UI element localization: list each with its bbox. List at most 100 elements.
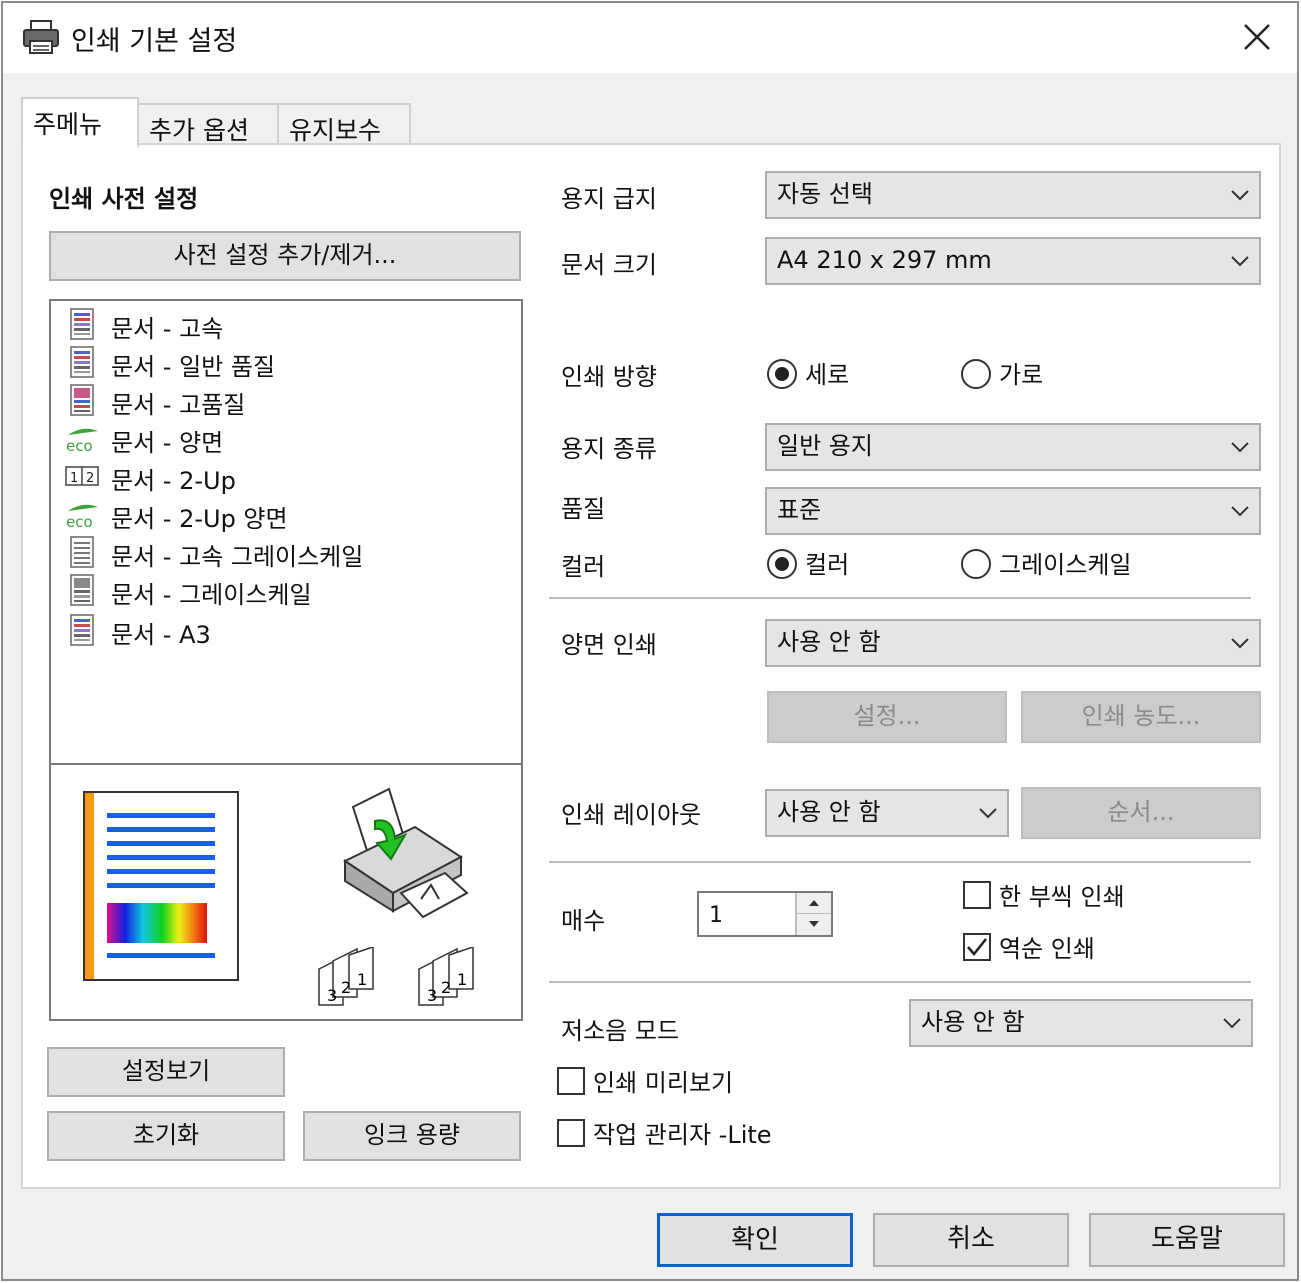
page-number-label: 1: [357, 970, 367, 989]
document-size-label: 문서 크기: [561, 251, 657, 279]
chevron-down-icon: [1231, 506, 1249, 517]
presets-list[interactable]: 문서 - 고속 문서 - 일반 품질 문서 - 고품질 eco 문서 - 양면 …: [49, 299, 523, 765]
preset-label: 문서 - 고품질: [111, 391, 246, 419]
duplex-settings-button[interactable]: 설정...: [767, 691, 1007, 743]
preset-label: 문서 - A3: [111, 621, 211, 649]
orientation-portrait-label: 세로: [805, 361, 850, 389]
page-order-button[interactable]: 순서...: [1021, 787, 1261, 839]
caret-down-icon: [809, 921, 819, 927]
orientation-portrait-radio[interactable]: [767, 359, 797, 389]
cancel-button[interactable]: 취소: [873, 1213, 1069, 1267]
tab-maintenance[interactable]: 유지보수: [277, 103, 411, 145]
layout-label: 인쇄 레이아웃: [561, 801, 702, 829]
page-number-label: 3: [327, 986, 337, 1005]
color-mode-grayscale-radio[interactable]: [961, 549, 991, 579]
document-color-icon: [70, 346, 94, 378]
page-number-label: 3: [427, 986, 437, 1005]
svg-text:eco: eco: [66, 513, 93, 531]
page-preview-icon: [83, 791, 239, 981]
color-label: 컬러: [561, 553, 606, 581]
copies-stepper[interactable]: 1: [697, 891, 833, 937]
show-settings-button[interactable]: 설정보기: [47, 1047, 285, 1097]
copies-label: 매수: [561, 907, 606, 935]
title-bar: 인쇄 기본 설정: [3, 3, 1297, 73]
document-color-icon: [70, 614, 94, 646]
svg-text:2: 2: [86, 471, 94, 486]
document-size-value: A4 210 x 297 mm: [777, 246, 992, 274]
collate-label: 한 부씩 인쇄: [999, 883, 1125, 911]
chevron-down-icon: [1223, 1018, 1241, 1029]
print-preferences-dialog: 인쇄 기본 설정 주메뉴 추가 옵션 유지보수 인쇄 사전 설정 사전 설정 추…: [1, 1, 1299, 1281]
tab-main[interactable]: 주메뉴: [21, 97, 139, 147]
page-number-label: 2: [341, 978, 351, 997]
quality-label: 품질: [561, 495, 606, 523]
eco-icon: eco: [66, 504, 98, 531]
chevron-down-icon: [979, 808, 997, 819]
tab-more-options[interactable]: 추가 옵션: [137, 103, 279, 145]
collate-stack-icon: 3 2 1: [318, 947, 374, 1006]
divider: [549, 597, 1251, 599]
increment-button[interactable]: [795, 893, 831, 914]
two-up-icon: 1 2: [65, 466, 99, 486]
eco-icon: eco: [66, 428, 98, 455]
color-mode-color-label: 컬러: [805, 551, 850, 579]
close-icon[interactable]: [1235, 15, 1279, 59]
window-title: 인쇄 기본 설정: [71, 26, 238, 57]
color-mode-grayscale-label: 그레이스케일: [999, 551, 1132, 579]
page-number-label: 1: [457, 970, 467, 989]
ok-button[interactable]: 확인: [657, 1213, 853, 1267]
reverse-order-label: 역순 인쇄: [999, 935, 1095, 963]
divider: [549, 861, 1251, 863]
svg-text:1: 1: [70, 471, 78, 486]
collate-checkbox[interactable]: [963, 881, 991, 909]
layout-value: 사용 안 함: [777, 798, 881, 826]
collate-stack-icon: 3 2 1: [418, 947, 474, 1006]
printer-icon: [23, 20, 59, 54]
document-gray-icon: [70, 536, 94, 568]
chevron-down-icon: [1231, 638, 1249, 649]
ink-levels-button[interactable]: 잉크 용량: [303, 1111, 521, 1161]
chevron-down-icon: [1231, 190, 1249, 201]
svg-text:eco: eco: [66, 437, 93, 455]
preset-label: 문서 - 고속 그레이스케일: [111, 543, 364, 571]
reverse-order-checkbox[interactable]: [963, 933, 991, 961]
add-remove-presets-button[interactable]: 사전 설정 추가/제거...: [49, 231, 521, 281]
settings-preview: 3 2 1 3 2 1: [49, 763, 523, 1021]
color-mode-color-radio[interactable]: [767, 549, 797, 579]
duplex-label: 양면 인쇄: [561, 631, 657, 659]
duplex-select[interactable]: 사용 안 함: [765, 619, 1261, 667]
preset-label: 문서 - 일반 품질: [111, 353, 276, 381]
preset-label: 문서 - 그레이스케일: [111, 581, 312, 609]
preset-label: 문서 - 2-Up: [111, 467, 236, 495]
chevron-down-icon: [1231, 256, 1249, 267]
document-size-select[interactable]: A4 210 x 297 mm: [765, 237, 1261, 285]
document-photo-icon: [70, 384, 94, 416]
copies-value: 1: [709, 903, 723, 928]
orientation-label: 인쇄 방향: [561, 363, 657, 391]
quality-select[interactable]: 표준: [765, 487, 1261, 535]
page-number-label: 2: [441, 978, 451, 997]
job-arranger-checkbox[interactable]: [557, 1119, 585, 1147]
quiet-mode-select[interactable]: 사용 안 함: [909, 999, 1253, 1047]
layout-select[interactable]: 사용 안 함: [765, 789, 1009, 837]
print-preview-label: 인쇄 미리보기: [593, 1069, 734, 1097]
reset-button[interactable]: 초기화: [47, 1111, 285, 1161]
paper-source-select[interactable]: 자동 선택: [765, 171, 1261, 219]
duplex-value: 사용 안 함: [777, 628, 881, 656]
check-icon: [967, 938, 987, 956]
divider: [549, 981, 1251, 983]
preset-label: 문서 - 고속: [111, 315, 224, 343]
chevron-down-icon: [1231, 442, 1249, 453]
paper-type-label: 용지 종류: [561, 435, 657, 463]
paper-type-select[interactable]: 일반 용지: [765, 423, 1261, 471]
help-button[interactable]: 도움말: [1089, 1213, 1285, 1267]
presets-heading: 인쇄 사전 설정: [49, 185, 199, 213]
caret-up-icon: [809, 900, 819, 906]
orientation-landscape-radio[interactable]: [961, 359, 991, 389]
document-color-icon: [70, 308, 94, 340]
print-preview-checkbox[interactable]: [557, 1067, 585, 1095]
job-arranger-label: 작업 관리자 -Lite: [593, 1121, 772, 1149]
printer-icon: [342, 787, 469, 919]
decrement-button[interactable]: [795, 914, 831, 935]
print-density-button[interactable]: 인쇄 농도...: [1021, 691, 1261, 743]
